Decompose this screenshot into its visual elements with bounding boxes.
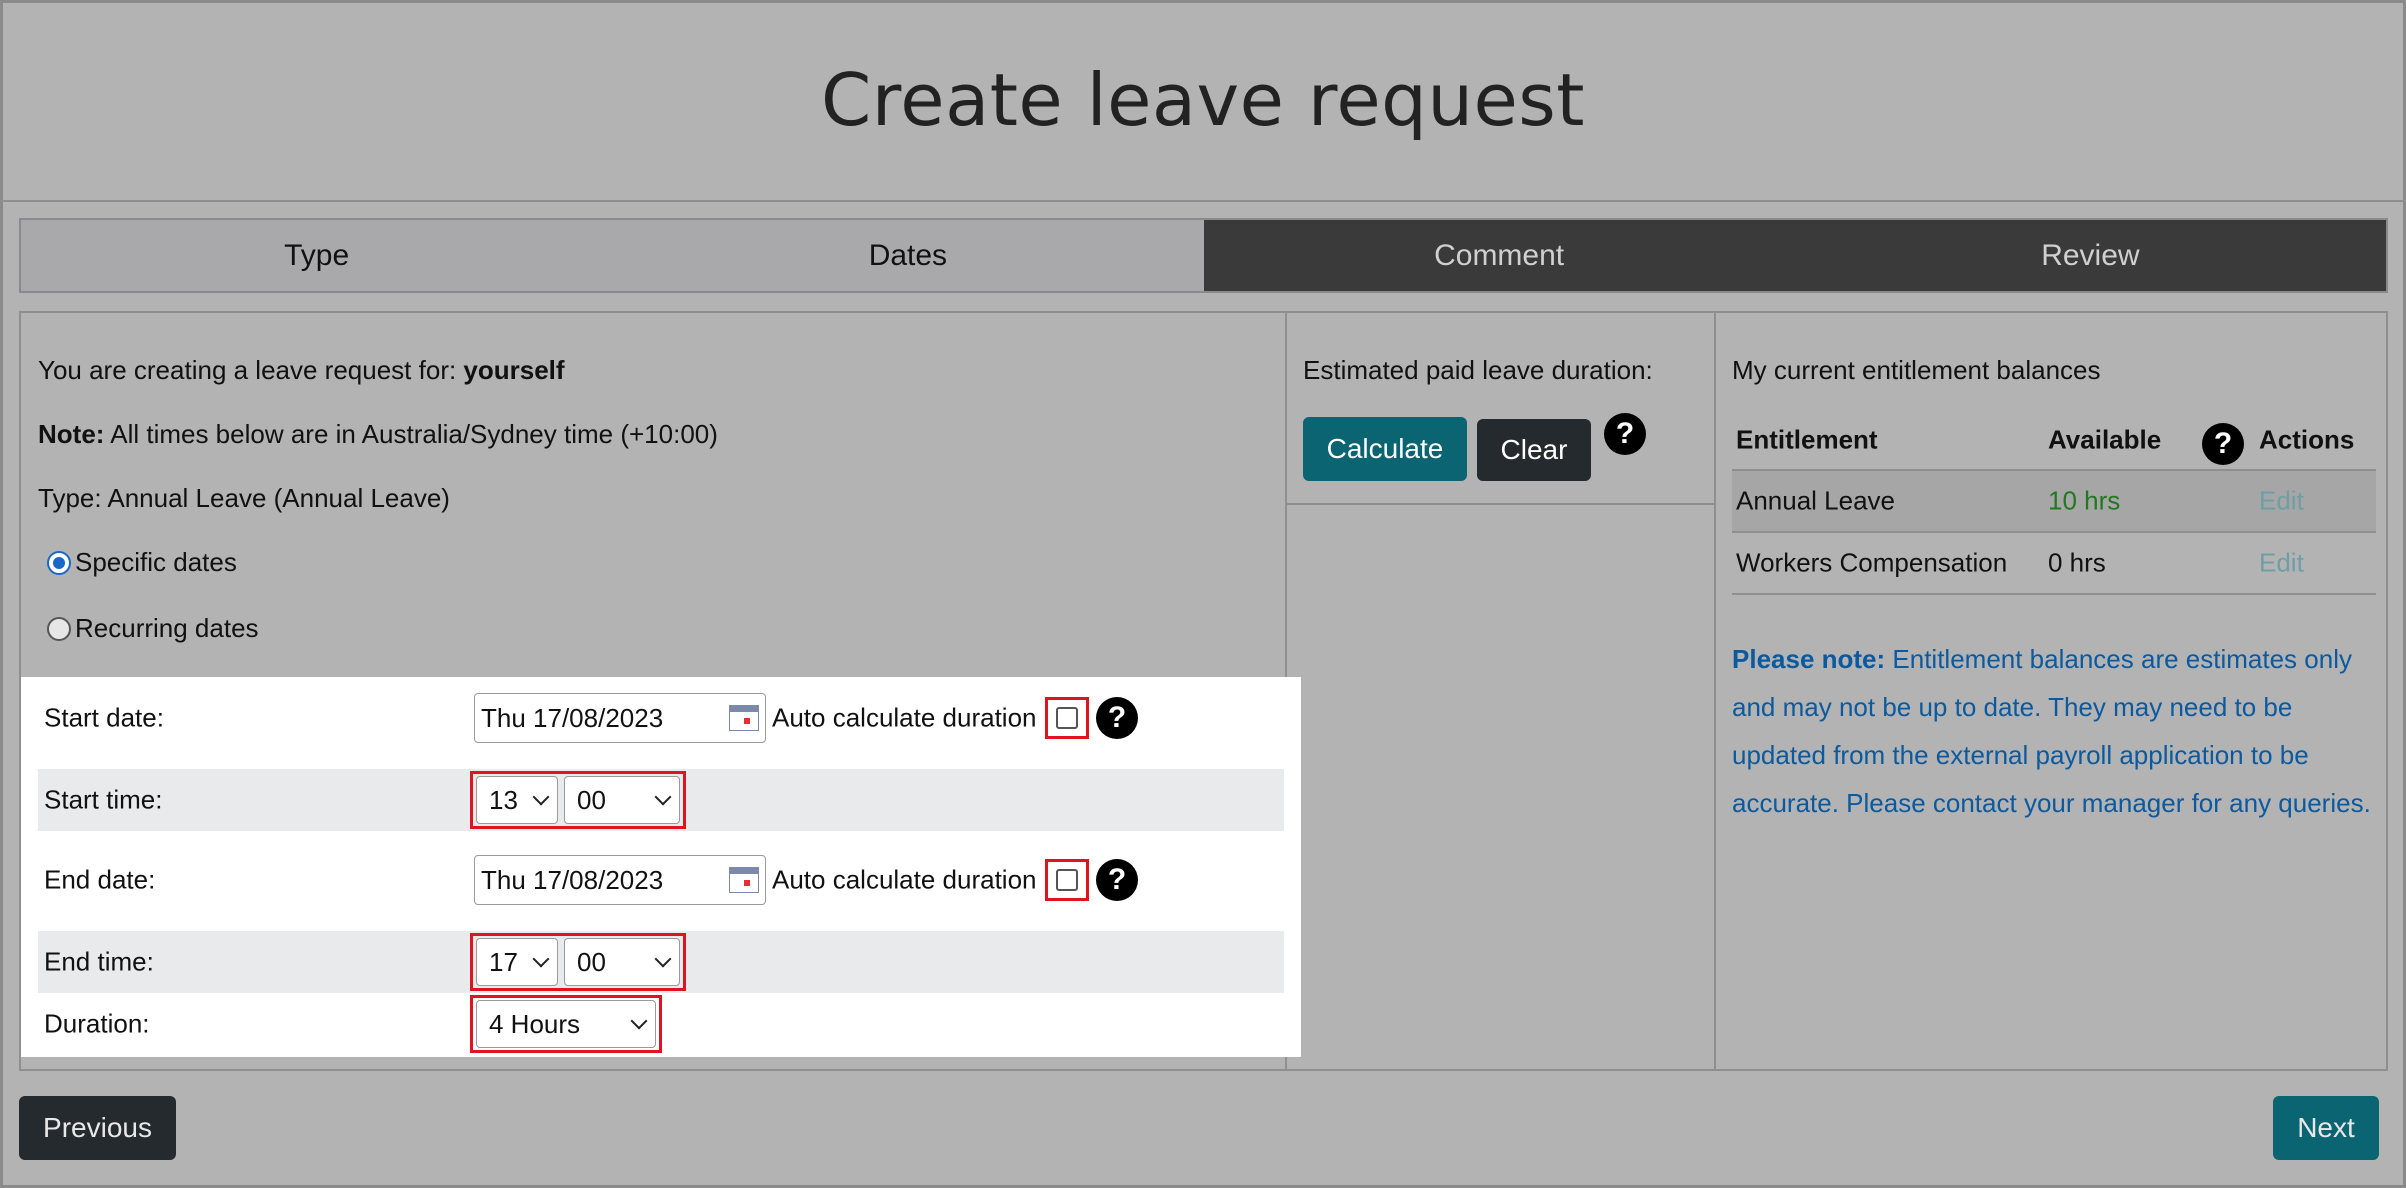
table-header: Entitlement Available ? Actions bbox=[1732, 411, 2376, 471]
chevron-down-icon bbox=[654, 950, 672, 968]
table-row: Workers Compensation 0 hrs Edit bbox=[1732, 533, 2376, 595]
duration-value: 4 Hours bbox=[489, 1008, 581, 1039]
entitlement-available: 0 hrs bbox=[2048, 547, 2106, 578]
page-header: Create leave request bbox=[0, 0, 2406, 202]
start-date-label: Start date: bbox=[44, 702, 164, 733]
step-review[interactable]: Review bbox=[1794, 220, 2386, 291]
end-date-row: End date: Thu 17/08/2023 Auto calculate … bbox=[38, 849, 1284, 911]
start-hour-value: 13 bbox=[489, 784, 518, 815]
help-icon[interactable]: ? bbox=[1604, 413, 1646, 455]
chevron-down-icon bbox=[532, 950, 550, 968]
chevron-down-icon bbox=[654, 788, 672, 806]
end-date-value: Thu 17/08/2023 bbox=[481, 864, 664, 895]
step-dates[interactable]: Dates bbox=[612, 220, 1204, 291]
date-time-form: Start date: Thu 17/08/2023 Auto calculat… bbox=[21, 677, 1301, 1057]
recurring-dates-option[interactable]: Recurring dates bbox=[47, 613, 259, 644]
start-time-label: Start time: bbox=[44, 784, 163, 815]
timezone-note: Note: All times below are in Australia/S… bbox=[38, 419, 718, 450]
specific-dates-label: Specific dates bbox=[75, 547, 237, 577]
duration-label: Duration: bbox=[44, 1008, 150, 1039]
entitlement-name: Annual Leave bbox=[1736, 485, 1896, 516]
start-time-row: Start time: 13 00 bbox=[38, 769, 1284, 831]
duration-row: Duration: 4 Hours bbox=[38, 993, 1284, 1055]
recurring-dates-radio[interactable] bbox=[47, 616, 71, 641]
end-auto-calc-checkbox[interactable] bbox=[1056, 869, 1078, 891]
end-time-label: End time: bbox=[44, 946, 154, 977]
estimate-column: Estimated paid leave duration: Calculate… bbox=[1287, 313, 1715, 505]
end-date-input[interactable]: Thu 17/08/2023 bbox=[474, 855, 766, 905]
leave-type-text: Type: Annual Leave (Annual Leave) bbox=[38, 483, 450, 513]
start-date-input[interactable]: Thu 17/08/2023 bbox=[474, 693, 766, 743]
edit-link[interactable]: Edit bbox=[2259, 486, 2304, 517]
help-icon[interactable]: ? bbox=[2202, 423, 2244, 465]
calendar-icon[interactable] bbox=[729, 867, 759, 893]
help-icon[interactable]: ? bbox=[1096, 697, 1138, 739]
step-type[interactable]: Type bbox=[21, 220, 613, 291]
calendar-icon[interactable] bbox=[729, 705, 759, 731]
note-label: Note: bbox=[38, 419, 105, 449]
start-time-selects: 13 00 bbox=[470, 771, 686, 829]
note-text: All times below are in Australia/Sydney … bbox=[104, 419, 718, 449]
main-panel: You are creating a leave request for: yo… bbox=[19, 311, 2388, 1071]
start-hour-select[interactable]: 13 bbox=[476, 776, 558, 824]
chevron-down-icon bbox=[630, 1012, 648, 1030]
start-auto-calc-label: Auto calculate duration bbox=[772, 702, 1037, 733]
end-hour-select[interactable]: 17 bbox=[476, 938, 558, 986]
help-icon[interactable]: ? bbox=[1096, 859, 1138, 901]
start-date-row: Start date: Thu 17/08/2023 Auto calculat… bbox=[38, 687, 1284, 749]
start-date-value: Thu 17/08/2023 bbox=[481, 702, 664, 733]
entitlements-table: Entitlement Available ? Actions Annual L… bbox=[1732, 411, 2376, 595]
dates-column: You are creating a leave request for: yo… bbox=[21, 313, 1301, 1069]
end-hour-value: 17 bbox=[489, 946, 518, 977]
next-button[interactable]: Next bbox=[2273, 1096, 2379, 1160]
end-minute-value: 00 bbox=[577, 946, 606, 977]
entitlement-note: Please note: Entitlement balances are es… bbox=[1732, 635, 2382, 827]
start-minute-value: 00 bbox=[577, 784, 606, 815]
step-comment[interactable]: Comment bbox=[1203, 220, 1795, 291]
creating-for-prefix: You are creating a leave request for: bbox=[38, 355, 464, 385]
header-available: Available bbox=[2048, 424, 2162, 455]
entitlement-available: 10 hrs bbox=[2048, 485, 2121, 516]
calculate-button[interactable]: Calculate bbox=[1303, 417, 1467, 481]
specific-dates-radio[interactable] bbox=[47, 550, 71, 575]
header-entitlement: Entitlement bbox=[1736, 424, 1878, 455]
start-auto-calc-checkbox[interactable] bbox=[1056, 707, 1078, 729]
recurring-dates-label: Recurring dates bbox=[75, 613, 259, 643]
end-auto-calc-highlight bbox=[1045, 859, 1089, 901]
end-time-selects: 17 00 bbox=[470, 933, 686, 991]
entitlements-title: My current entitlement balances bbox=[1732, 355, 2101, 385]
page-title: Create leave request bbox=[820, 58, 1586, 142]
edit-link[interactable]: Edit bbox=[2259, 548, 2304, 579]
duration-highlight: 4 Hours bbox=[470, 995, 662, 1053]
estimate-label: Estimated paid leave duration: bbox=[1303, 355, 1653, 385]
chevron-down-icon bbox=[532, 788, 550, 806]
clear-button[interactable]: Clear bbox=[1477, 419, 1591, 481]
entitlement-note-label: Please note: bbox=[1732, 644, 1886, 674]
entitlement-column: My current entitlement balances Entitlem… bbox=[1714, 313, 2386, 1069]
duration-select[interactable]: 4 Hours bbox=[476, 1000, 656, 1048]
header-actions: Actions bbox=[2259, 424, 2355, 455]
start-minute-select[interactable]: 00 bbox=[564, 776, 680, 824]
creating-for-value: yourself bbox=[463, 355, 565, 385]
previous-button[interactable]: Previous bbox=[19, 1096, 176, 1160]
start-auto-calc-highlight bbox=[1045, 697, 1089, 739]
wizard-steps: Type Dates Comment Review bbox=[19, 218, 2388, 293]
end-minute-select[interactable]: 00 bbox=[564, 938, 680, 986]
table-row: Annual Leave 10 hrs Edit bbox=[1732, 471, 2376, 533]
end-date-label: End date: bbox=[44, 864, 156, 895]
entitlement-name: Workers Compensation bbox=[1736, 547, 2008, 578]
specific-dates-option[interactable]: Specific dates bbox=[47, 547, 237, 578]
creating-for-text: You are creating a leave request for: yo… bbox=[38, 355, 565, 386]
end-time-row: End time: 17 00 bbox=[38, 931, 1284, 993]
end-auto-calc-label: Auto calculate duration bbox=[772, 864, 1037, 895]
